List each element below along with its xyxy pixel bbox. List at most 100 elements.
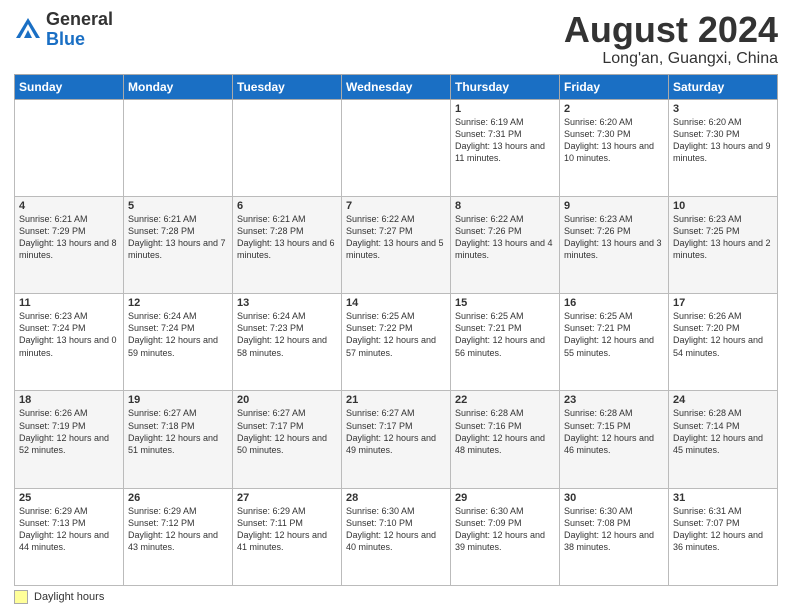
day-cell: 15Sunrise: 6:25 AM Sunset: 7:21 PM Dayli… (451, 294, 560, 391)
day-number: 20 (237, 394, 337, 406)
day-info: Sunrise: 6:27 AM Sunset: 7:17 PM Dayligh… (346, 407, 446, 456)
day-info: Sunrise: 6:26 AM Sunset: 7:19 PM Dayligh… (19, 407, 119, 456)
day-number: 26 (128, 492, 228, 504)
day-cell: 2Sunrise: 6:20 AM Sunset: 7:30 PM Daylig… (560, 99, 669, 196)
day-cell: 11Sunrise: 6:23 AM Sunset: 7:24 PM Dayli… (15, 294, 124, 391)
week-row-4: 18Sunrise: 6:26 AM Sunset: 7:19 PM Dayli… (15, 391, 778, 488)
legend-label: Daylight hours (34, 591, 104, 603)
day-number: 16 (564, 297, 664, 309)
day-info: Sunrise: 6:24 AM Sunset: 7:24 PM Dayligh… (128, 310, 228, 359)
day-info: Sunrise: 6:27 AM Sunset: 7:18 PM Dayligh… (128, 407, 228, 456)
day-number: 19 (128, 394, 228, 406)
day-number: 25 (19, 492, 119, 504)
day-cell: 20Sunrise: 6:27 AM Sunset: 7:17 PM Dayli… (233, 391, 342, 488)
day-info: Sunrise: 6:20 AM Sunset: 7:30 PM Dayligh… (673, 116, 773, 165)
logo: General Blue (14, 10, 113, 50)
day-number: 29 (455, 492, 555, 504)
day-header-friday: Friday (560, 74, 669, 99)
day-number: 3 (673, 103, 773, 115)
day-cell: 19Sunrise: 6:27 AM Sunset: 7:18 PM Dayli… (124, 391, 233, 488)
day-cell: 25Sunrise: 6:29 AM Sunset: 7:13 PM Dayli… (15, 488, 124, 585)
day-cell: 6Sunrise: 6:21 AM Sunset: 7:28 PM Daylig… (233, 196, 342, 293)
day-info: Sunrise: 6:25 AM Sunset: 7:22 PM Dayligh… (346, 310, 446, 359)
day-number: 5 (128, 200, 228, 212)
day-info: Sunrise: 6:29 AM Sunset: 7:11 PM Dayligh… (237, 505, 337, 554)
day-cell: 18Sunrise: 6:26 AM Sunset: 7:19 PM Dayli… (15, 391, 124, 488)
day-number: 15 (455, 297, 555, 309)
day-header-sunday: Sunday (15, 74, 124, 99)
day-cell: 30Sunrise: 6:30 AM Sunset: 7:08 PM Dayli… (560, 488, 669, 585)
day-cell: 9Sunrise: 6:23 AM Sunset: 7:26 PM Daylig… (560, 196, 669, 293)
day-info: Sunrise: 6:23 AM Sunset: 7:24 PM Dayligh… (19, 310, 119, 359)
day-cell: 26Sunrise: 6:29 AM Sunset: 7:12 PM Dayli… (124, 488, 233, 585)
day-number: 2 (564, 103, 664, 115)
logo-text: General Blue (46, 10, 113, 50)
day-number: 31 (673, 492, 773, 504)
day-cell: 23Sunrise: 6:28 AM Sunset: 7:15 PM Dayli… (560, 391, 669, 488)
day-cell: 28Sunrise: 6:30 AM Sunset: 7:10 PM Dayli… (342, 488, 451, 585)
day-info: Sunrise: 6:23 AM Sunset: 7:25 PM Dayligh… (673, 213, 773, 262)
logo-blue-text: Blue (46, 30, 113, 50)
title-block: August 2024 Long'an, Guangxi, China (564, 10, 778, 68)
day-cell: 13Sunrise: 6:24 AM Sunset: 7:23 PM Dayli… (233, 294, 342, 391)
day-header-wednesday: Wednesday (342, 74, 451, 99)
day-info: Sunrise: 6:23 AM Sunset: 7:26 PM Dayligh… (564, 213, 664, 262)
day-info: Sunrise: 6:30 AM Sunset: 7:10 PM Dayligh… (346, 505, 446, 554)
day-cell: 12Sunrise: 6:24 AM Sunset: 7:24 PM Dayli… (124, 294, 233, 391)
day-cell: 7Sunrise: 6:22 AM Sunset: 7:27 PM Daylig… (342, 196, 451, 293)
day-number: 22 (455, 394, 555, 406)
main-title: August 2024 (564, 10, 778, 50)
day-header-saturday: Saturday (669, 74, 778, 99)
day-cell (342, 99, 451, 196)
day-number: 8 (455, 200, 555, 212)
day-info: Sunrise: 6:27 AM Sunset: 7:17 PM Dayligh… (237, 407, 337, 456)
day-info: Sunrise: 6:31 AM Sunset: 7:07 PM Dayligh… (673, 505, 773, 554)
day-number: 1 (455, 103, 555, 115)
day-cell (233, 99, 342, 196)
day-info: Sunrise: 6:29 AM Sunset: 7:13 PM Dayligh… (19, 505, 119, 554)
day-number: 30 (564, 492, 664, 504)
day-info: Sunrise: 6:19 AM Sunset: 7:31 PM Dayligh… (455, 116, 555, 165)
week-row-1: 1Sunrise: 6:19 AM Sunset: 7:31 PM Daylig… (15, 99, 778, 196)
day-number: 27 (237, 492, 337, 504)
day-header-monday: Monday (124, 74, 233, 99)
day-cell: 21Sunrise: 6:27 AM Sunset: 7:17 PM Dayli… (342, 391, 451, 488)
day-number: 6 (237, 200, 337, 212)
day-info: Sunrise: 6:22 AM Sunset: 7:26 PM Dayligh… (455, 213, 555, 262)
week-row-3: 11Sunrise: 6:23 AM Sunset: 7:24 PM Dayli… (15, 294, 778, 391)
day-cell (15, 99, 124, 196)
day-info: Sunrise: 6:30 AM Sunset: 7:08 PM Dayligh… (564, 505, 664, 554)
header: General Blue August 2024 Long'an, Guangx… (14, 10, 778, 68)
day-info: Sunrise: 6:28 AM Sunset: 7:16 PM Dayligh… (455, 407, 555, 456)
day-info: Sunrise: 6:30 AM Sunset: 7:09 PM Dayligh… (455, 505, 555, 554)
day-info: Sunrise: 6:25 AM Sunset: 7:21 PM Dayligh… (564, 310, 664, 359)
day-number: 10 (673, 200, 773, 212)
day-number: 28 (346, 492, 446, 504)
day-info: Sunrise: 6:25 AM Sunset: 7:21 PM Dayligh… (455, 310, 555, 359)
legend-box (14, 590, 28, 604)
day-cell: 27Sunrise: 6:29 AM Sunset: 7:11 PM Dayli… (233, 488, 342, 585)
day-number: 21 (346, 394, 446, 406)
legend: Daylight hours (14, 590, 778, 604)
day-cell: 10Sunrise: 6:23 AM Sunset: 7:25 PM Dayli… (669, 196, 778, 293)
day-number: 17 (673, 297, 773, 309)
week-row-2: 4Sunrise: 6:21 AM Sunset: 7:29 PM Daylig… (15, 196, 778, 293)
day-info: Sunrise: 6:29 AM Sunset: 7:12 PM Dayligh… (128, 505, 228, 554)
day-cell: 8Sunrise: 6:22 AM Sunset: 7:26 PM Daylig… (451, 196, 560, 293)
day-info: Sunrise: 6:26 AM Sunset: 7:20 PM Dayligh… (673, 310, 773, 359)
day-info: Sunrise: 6:20 AM Sunset: 7:30 PM Dayligh… (564, 116, 664, 165)
day-cell: 3Sunrise: 6:20 AM Sunset: 7:30 PM Daylig… (669, 99, 778, 196)
day-cell: 31Sunrise: 6:31 AM Sunset: 7:07 PM Dayli… (669, 488, 778, 585)
day-cell: 16Sunrise: 6:25 AM Sunset: 7:21 PM Dayli… (560, 294, 669, 391)
logo-icon (14, 16, 42, 44)
page: General Blue August 2024 Long'an, Guangx… (0, 0, 792, 612)
day-info: Sunrise: 6:28 AM Sunset: 7:14 PM Dayligh… (673, 407, 773, 456)
day-header-tuesday: Tuesday (233, 74, 342, 99)
day-number: 12 (128, 297, 228, 309)
day-number: 24 (673, 394, 773, 406)
day-number: 4 (19, 200, 119, 212)
day-info: Sunrise: 6:21 AM Sunset: 7:28 PM Dayligh… (128, 213, 228, 262)
day-cell: 22Sunrise: 6:28 AM Sunset: 7:16 PM Dayli… (451, 391, 560, 488)
day-number: 7 (346, 200, 446, 212)
day-number: 11 (19, 297, 119, 309)
